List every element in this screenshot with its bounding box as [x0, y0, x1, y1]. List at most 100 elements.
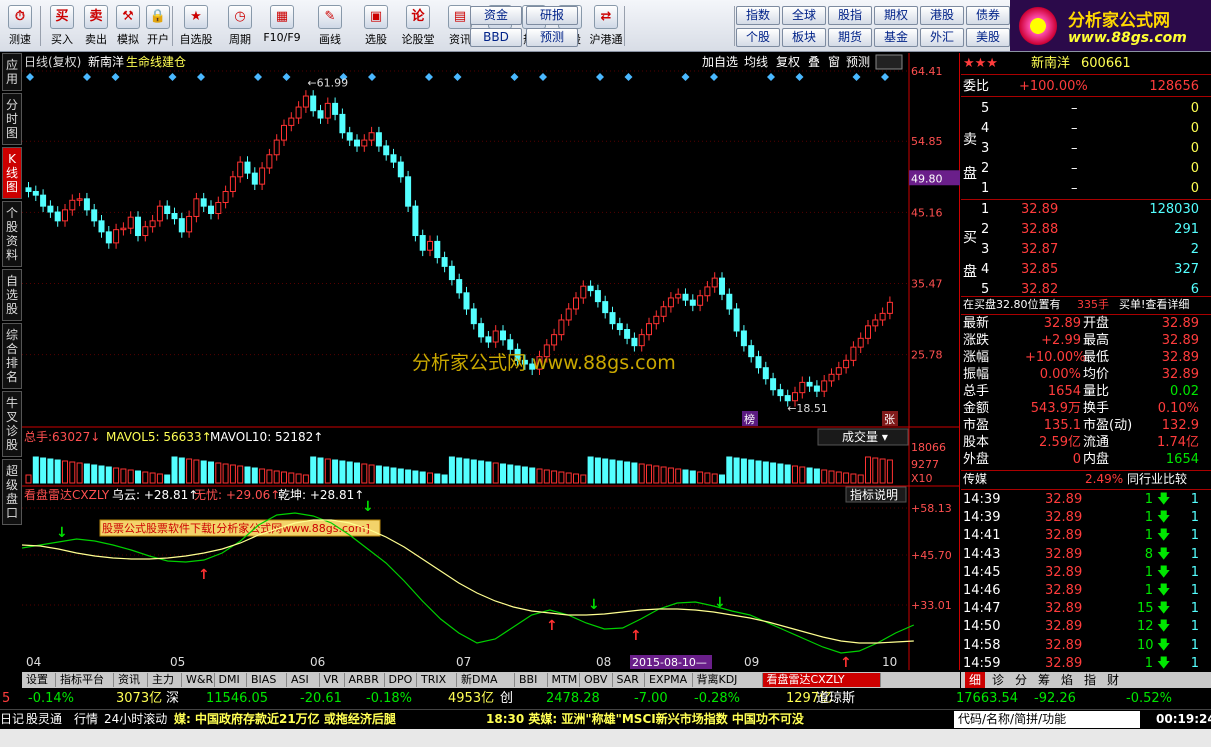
right-tab-6[interactable]: 财 [1103, 672, 1123, 688]
indicator-tab-6[interactable]: BIAS [247, 673, 287, 687]
indicator-tab-17[interactable]: EXPMA [645, 673, 693, 687]
right-tab-2[interactable]: 分 [1011, 672, 1031, 688]
right-tab-5[interactable]: 指 [1080, 672, 1100, 688]
right-tab-1[interactable]: 诊 [988, 672, 1008, 688]
q-value: 32.89 [1043, 316, 1081, 331]
bar2-item-0[interactable]: 日记 [0, 710, 24, 729]
indicator-tab-5[interactable]: DMI [215, 673, 247, 687]
right-tab-0[interactable]: 细 [965, 672, 985, 688]
toolbar-1[interactable]: 买买入 [44, 2, 80, 50]
toolbar-15[interactable]: ⇄ 沪港通 [586, 2, 626, 50]
tick-row-0: 14:39 32.89 1 🡇 1 [961, 491, 1211, 508]
indicator-tab-11[interactable]: TRIX [417, 673, 457, 687]
market-button-11[interactable]: 美股 [966, 28, 1010, 47]
toolbar-5[interactable]: ★ 自选股 [176, 2, 216, 50]
indicator-tab-4[interactable]: W&R [182, 673, 215, 687]
toolbar-10[interactable]: 论论股堂 [398, 2, 438, 50]
bar2-item-1[interactable]: 股灵通 [26, 710, 62, 729]
buy-level-2: 3 32.87 2 [961, 241, 1211, 258]
t-arrow: 🡇 [1157, 583, 1171, 598]
indicator-tab-19[interactable]: 看盘雷达CXZLY [762, 673, 881, 687]
market-button-1[interactable]: 全球 [782, 6, 826, 25]
left-tab-6[interactable]: 牛叉诊股 [2, 391, 22, 457]
status-item-12: 道琼斯 [816, 691, 856, 706]
left-tab-7[interactable]: 超级盘口 [2, 459, 22, 525]
bar2-item-3[interactable]: 24小时滚动 [104, 710, 167, 729]
volume-bar [434, 473, 441, 484]
chart-header-button-3[interactable]: 叠 [808, 55, 820, 69]
compare-link[interactable]: 同行业比较 [1127, 471, 1187, 488]
market-button-6[interactable]: 个股 [736, 28, 780, 47]
right-tab-4[interactable]: 焰 [1057, 672, 1077, 688]
indicator-tab-8[interactable]: VR [320, 673, 345, 687]
quick-button-0[interactable]: 资金 [470, 6, 522, 25]
indicator-tab-15[interactable]: OBV [580, 673, 613, 687]
toolbar-7[interactable]: ▦ F10/F9 [262, 2, 302, 50]
volume-bar [485, 461, 492, 484]
t-price: 32.89 [1045, 637, 1083, 653]
volume-bar [288, 472, 295, 484]
quick-button-1[interactable]: 研报 [526, 6, 578, 25]
indicator-tab-12[interactable]: 新DMA [457, 673, 515, 687]
hl-7 [961, 489, 1211, 490]
stock-name: 新南洋 [1031, 56, 1071, 71]
toolbar-2[interactable]: 卖卖出 [78, 2, 114, 50]
toolbar-9[interactable]: ▣ 选股 [356, 2, 396, 50]
market-button-5[interactable]: 债券 [966, 6, 1010, 25]
indicator-tab-3[interactable]: 主力 [148, 673, 182, 687]
left-tab-2[interactable]: K线图 [2, 147, 22, 199]
indicator-tab-18[interactable]: 背离KDJ [693, 673, 763, 687]
quick-button-3[interactable]: 预测 [526, 28, 578, 47]
toolbar-6[interactable]: ◷ 周期 [220, 2, 260, 50]
market-button-4[interactable]: 港股 [920, 6, 964, 25]
month-label-2: 06 [310, 655, 325, 669]
market-button-8[interactable]: 期货 [828, 28, 872, 47]
indicator-tab-16[interactable]: SAR [613, 673, 645, 687]
chart-strategy-tag: 生命线建仓 [126, 54, 186, 69]
bar2-item-2[interactable]: 行情 [74, 710, 98, 729]
left-tab-1[interactable]: 分时图 [2, 93, 22, 145]
status-item-9: -7.00 [634, 691, 668, 706]
chart-header-button-0[interactable]: 加自选 [702, 55, 738, 69]
search-box[interactable]: 代码/名称/简拼/功能 [954, 711, 1140, 728]
indicator-tab-7[interactable]: ASI [287, 673, 320, 687]
q-value2: 32.89 [1161, 333, 1199, 348]
market-button-3[interactable]: 期权 [874, 6, 918, 25]
volume-bar [390, 467, 397, 484]
left-tab-0[interactable]: 应用 [2, 53, 22, 91]
market-button-0[interactable]: 指数 [736, 6, 780, 25]
kline-chart[interactable]: 日线(复权) 新南洋 生命线建仓 加自选 均线 复权叠窗预测 64.41 54.85 45.16… [21, 53, 960, 671]
right-tab-3[interactable]: 筹 [1034, 672, 1054, 688]
quick-button-2[interactable]: BBD [470, 28, 522, 47]
quote-panel: ★★★ 新南洋 600661 委比 +100.00% 128656 卖盘 5–0 4–0 3–0 2… [961, 53, 1211, 688]
toolbar-0[interactable]: ⏱ 测速 [2, 2, 38, 50]
chart-header-button-1[interactable]: 均线 [744, 55, 768, 69]
toolbar-8[interactable]: ✎ 画线 [310, 2, 350, 50]
left-tab-3[interactable]: 个股资料 [2, 201, 22, 267]
indicator-tab-1[interactable]: 指标平台 [56, 673, 114, 687]
left-tab-4[interactable]: 自选股 [2, 269, 22, 321]
toolbar-icon-6: ◷ [228, 5, 252, 29]
market-button-7[interactable]: 板块 [782, 28, 826, 47]
market-button-10[interactable]: 外汇 [920, 28, 964, 47]
indicator-tab-2[interactable]: 资讯 [114, 673, 148, 687]
chart-header-button-5[interactable]: 预测 [846, 55, 870, 69]
q-label2: 均价 [1083, 367, 1110, 382]
candle-body [120, 227, 127, 231]
indicator-tab-13[interactable]: BBI [515, 673, 548, 687]
market-button-2[interactable]: 股指 [828, 6, 872, 25]
indicator-tab-10[interactable]: DPO [385, 673, 417, 687]
t-count: 1 [1190, 510, 1199, 526]
volume-bar [777, 463, 784, 484]
vol: 291 [1174, 222, 1199, 237]
toolbar-4[interactable]: 🔒 开户 [140, 2, 176, 50]
candle-body [500, 330, 506, 341]
market-button-9[interactable]: 基金 [874, 28, 918, 47]
indicator-tab-0[interactable]: 设置 [22, 673, 56, 687]
note-link[interactable]: 买单!查看详细 [1119, 296, 1189, 313]
left-tab-5[interactable]: 综合排名 [2, 323, 22, 389]
indicator-tab-9[interactable]: ARBR [345, 673, 385, 687]
chart-header-button-4[interactable]: 窗 [828, 55, 840, 69]
chart-header-button-2[interactable]: 复权 [776, 55, 800, 69]
indicator-tab-14[interactable]: MTM [548, 673, 580, 687]
